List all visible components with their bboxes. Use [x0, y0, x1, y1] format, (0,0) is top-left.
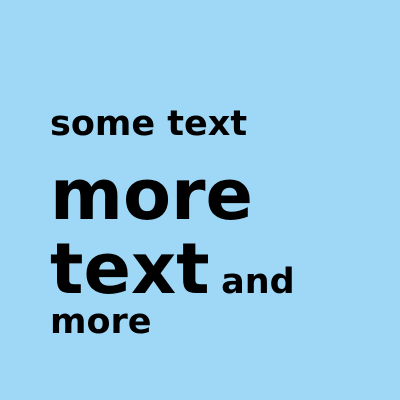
- large-text-more: more: [50, 154, 254, 236]
- text-block: some text more text and more: [50, 104, 370, 342]
- mixed-text-line: text and: [50, 234, 370, 304]
- canvas: some text more text and more: [0, 0, 400, 400]
- small-text-line-4: more: [50, 302, 152, 342]
- large-text-text: text: [50, 228, 210, 310]
- small-text-line-1: some text: [50, 104, 248, 144]
- small-text-and: and: [221, 262, 295, 302]
